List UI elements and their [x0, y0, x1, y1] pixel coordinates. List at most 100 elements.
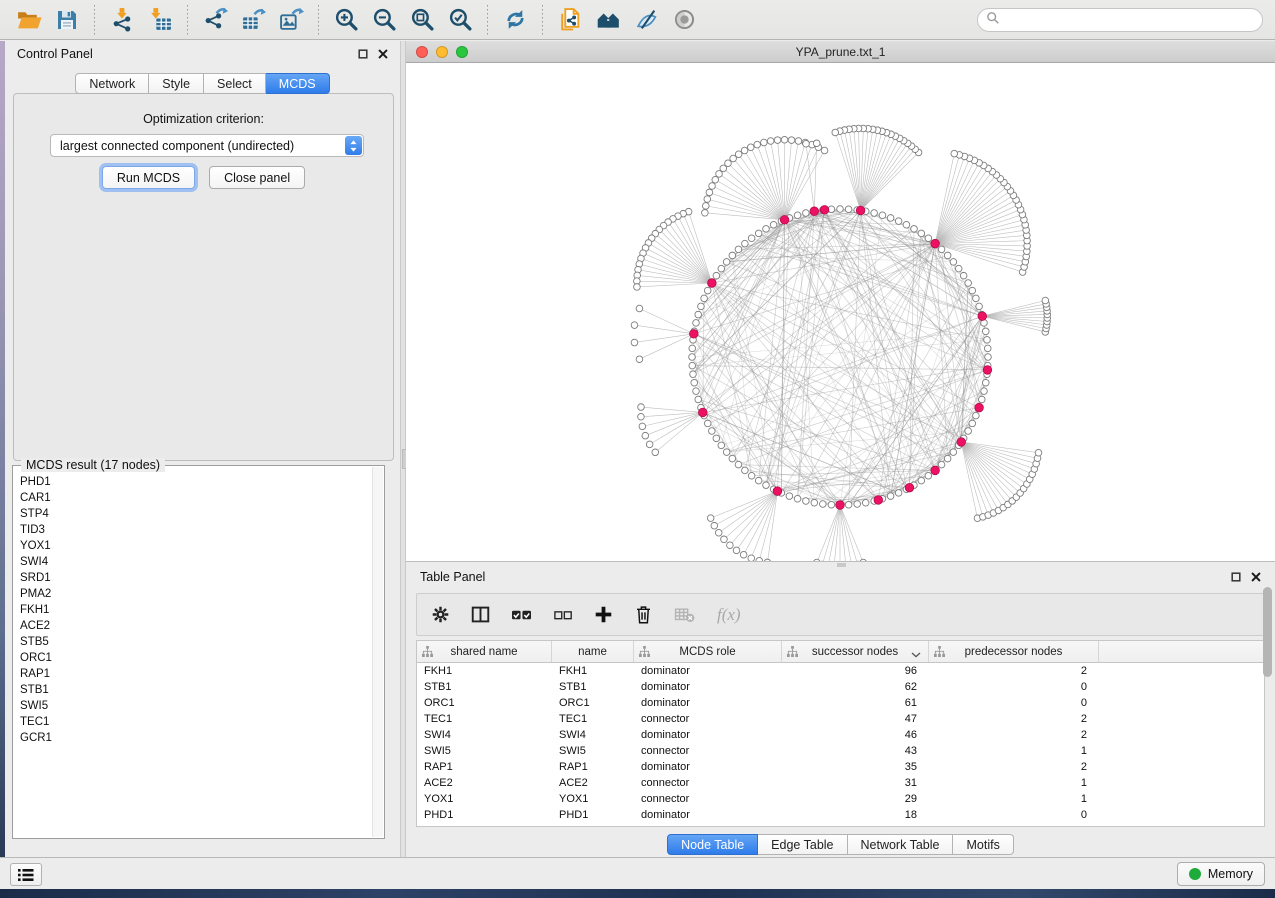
network-window-titlebar[interactable]: YPA_prune.txt_1	[406, 41, 1275, 63]
search-box[interactable]	[977, 8, 1263, 32]
mcds-result-item[interactable]: STB1	[20, 682, 372, 698]
cell: RAP1	[417, 761, 552, 773]
table-row[interactable]: ORC1ORC1dominator610	[417, 695, 1264, 711]
network-view[interactable]	[406, 63, 1275, 561]
column-header-name[interactable]: name	[552, 641, 634, 662]
tab-edge-table[interactable]: Edge Table	[758, 834, 847, 855]
mcds-result-item[interactable]: SWI5	[20, 698, 372, 714]
tab-network[interactable]: Network	[75, 73, 149, 94]
cell: 35	[782, 761, 929, 773]
column-header-MCDS-role[interactable]: MCDS role	[634, 641, 782, 662]
cell: 0	[929, 697, 1099, 709]
sort-chevron-icon[interactable]	[911, 649, 921, 661]
close-panel-button[interactable]	[378, 49, 388, 59]
add-column-icon[interactable]	[594, 605, 613, 624]
column-header-successor-nodes[interactable]: successor nodes	[782, 641, 929, 662]
cell: connector	[634, 777, 782, 789]
mcds-result-item[interactable]: SWI4	[20, 554, 372, 570]
export-table-icon[interactable]	[236, 4, 270, 36]
close-panel-button-2[interactable]: Close panel	[209, 166, 305, 189]
mcds-result-item[interactable]: SRD1	[20, 570, 372, 586]
show-graphics-icon[interactable]	[667, 4, 701, 36]
table-row[interactable]: RAP1RAP1dominator352	[417, 759, 1264, 775]
import-table-icon[interactable]	[143, 4, 177, 36]
mcds-result-item[interactable]: ORC1	[20, 650, 372, 666]
table-scrollbar[interactable]	[1263, 587, 1272, 737]
deselect-all-icon[interactable]	[553, 606, 573, 624]
table-row[interactable]: PHD1PHD1dominator180	[417, 807, 1264, 823]
table-row[interactable]: ACE2ACE2connector311	[417, 775, 1264, 791]
tab-node-table[interactable]: Node Table	[667, 834, 758, 855]
zoom-out-icon[interactable]	[367, 4, 401, 36]
cell: dominator	[634, 729, 782, 741]
mcds-result-item[interactable]: CAR1	[20, 490, 372, 506]
tab-style[interactable]: Style	[149, 73, 204, 94]
mcds-result-item[interactable]: TID3	[20, 522, 372, 538]
task-history-button[interactable]	[10, 863, 42, 886]
share-document-icon[interactable]	[553, 4, 587, 36]
network-graph[interactable]	[406, 63, 1275, 561]
cell: 31	[782, 777, 929, 789]
mcds-result-item[interactable]: GCR1	[20, 730, 372, 746]
tab-motifs[interactable]: Motifs	[953, 834, 1013, 855]
optimization-criterion-label: Optimization criterion:	[14, 112, 393, 126]
split-panel-icon[interactable]	[471, 605, 490, 624]
cell: TEC1	[417, 713, 552, 725]
table-row[interactable]: SWI4SWI4dominator462	[417, 727, 1264, 743]
cell: TEC1	[552, 713, 634, 725]
mcds-result-item[interactable]: TEC1	[20, 714, 372, 730]
table-row[interactable]: TEC1TEC1connector472	[417, 711, 1264, 727]
zoom-fit-icon[interactable]	[405, 4, 439, 36]
delete-column-icon[interactable]	[634, 604, 653, 625]
float-panel-button[interactable]	[358, 49, 368, 59]
zoom-selected-icon[interactable]	[443, 4, 477, 36]
float-table-panel-button[interactable]	[1231, 572, 1241, 582]
table-row[interactable]: SWI5SWI5connector431	[417, 743, 1264, 759]
mcds-result-item[interactable]: PMA2	[20, 586, 372, 602]
table-row[interactable]: YOX1YOX1connector291	[417, 791, 1264, 807]
export-image-icon[interactable]	[274, 4, 308, 36]
cell: FKH1	[552, 665, 634, 677]
tab-mcds[interactable]: MCDS	[266, 73, 330, 94]
refresh-icon[interactable]	[498, 4, 532, 36]
mcds-result-list[interactable]: PHD1CAR1STP4TID3YOX1SWI4SRD1PMA2FKH1ACE2…	[14, 468, 372, 836]
table-body[interactable]: FKH1FKH1dominator962STB1STB1dominator620…	[417, 663, 1264, 823]
table-header-row[interactable]: shared namenameMCDS rolesuccessor nodesp…	[417, 641, 1264, 663]
mcds-result-item[interactable]: RAP1	[20, 666, 372, 682]
table-row[interactable]: FKH1FKH1dominator962	[417, 663, 1264, 679]
search-input[interactable]	[1005, 10, 1262, 30]
tab-network-table[interactable]: Network Table	[848, 834, 954, 855]
hide-edges-icon[interactable]	[629, 4, 663, 36]
cell: 29	[782, 793, 929, 805]
import-network-icon[interactable]	[105, 4, 139, 36]
column-header-filler	[1099, 641, 1264, 662]
mcds-result-item[interactable]: ACE2	[20, 618, 372, 634]
select-all-icon[interactable]	[511, 605, 532, 624]
mcds-list-scrollbar[interactable]	[372, 467, 383, 837]
save-icon[interactable]	[50, 4, 84, 36]
cell: dominator	[634, 665, 782, 677]
table-scrollbar-thumb[interactable]	[1263, 587, 1272, 677]
mcds-result-item[interactable]: STP4	[20, 506, 372, 522]
control-panel: Control Panel NetworkStyleSelectMCDS Opt…	[5, 41, 400, 857]
node-table[interactable]: shared namenameMCDS rolesuccessor nodesp…	[416, 640, 1265, 827]
close-table-panel-button[interactable]	[1251, 572, 1261, 582]
mcds-result-item[interactable]: PHD1	[20, 474, 372, 490]
table-row[interactable]: STB1STB1dominator620	[417, 679, 1264, 695]
memory-button[interactable]: Memory	[1177, 862, 1265, 886]
search-objects-icon[interactable]	[591, 4, 625, 36]
mcds-result-item[interactable]: YOX1	[20, 538, 372, 554]
mcds-result-item[interactable]: FKH1	[20, 602, 372, 618]
run-mcds-button[interactable]: Run MCDS	[102, 166, 195, 189]
export-network-icon[interactable]	[198, 4, 232, 36]
cell: SWI4	[552, 729, 634, 741]
table-panel-title: Table Panel	[420, 570, 485, 584]
tab-select[interactable]: Select	[204, 73, 266, 94]
column-header-shared-name[interactable]: shared name	[417, 641, 552, 662]
criterion-dropdown[interactable]: largest connected component (undirected)	[50, 134, 364, 157]
open-icon[interactable]	[12, 4, 46, 36]
mcds-result-item[interactable]: STB5	[20, 634, 372, 650]
gear-icon[interactable]	[431, 605, 450, 624]
column-header-predecessor-nodes[interactable]: predecessor nodes	[929, 641, 1099, 662]
zoom-in-icon[interactable]	[329, 4, 363, 36]
